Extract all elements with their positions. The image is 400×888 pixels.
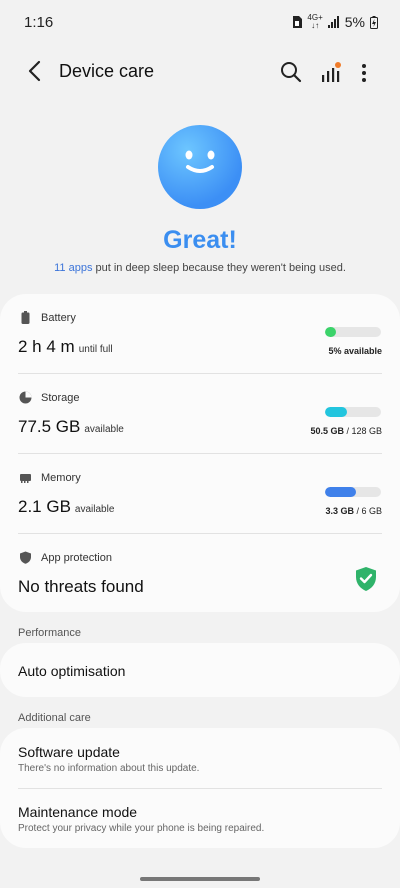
storage-label: Storage bbox=[41, 392, 80, 404]
memory-bar-fill bbox=[325, 487, 356, 497]
sim-icon bbox=[293, 16, 303, 28]
battery-row[interactable]: Battery 2 h 4 m until full 5% available bbox=[0, 294, 400, 374]
network-activity-label: ↓↑ bbox=[311, 21, 320, 30]
network-type-icon: 4G+ ↓↑ bbox=[307, 14, 322, 30]
maintenance-mode-item[interactable]: Maintenance mode Protect your privacy wh… bbox=[0, 788, 400, 848]
battery-bar bbox=[325, 327, 381, 337]
battery-value: 2 h 4 m until full bbox=[18, 337, 113, 357]
software-update-item[interactable]: Software update There's no information a… bbox=[0, 728, 400, 788]
battery-time: 2 h 4 m bbox=[18, 337, 75, 356]
maintenance-mode-subtitle: Protect your privacy while your phone is… bbox=[18, 823, 265, 834]
status-time: 1:16 bbox=[24, 14, 54, 31]
app-protection-value: No threats found bbox=[18, 577, 144, 596]
memory-unit: available bbox=[74, 504, 115, 515]
software-update-subtitle: There's no information about this update… bbox=[18, 763, 200, 774]
battery-charging-icon bbox=[370, 15, 378, 29]
memory-amount: 2.1 GB bbox=[18, 497, 71, 516]
storage-unit: available bbox=[84, 424, 124, 435]
storage-row[interactable]: Storage 77.5 GB available 50.5 GB / 128 G… bbox=[0, 374, 400, 454]
status-message: 11 apps put in deep sleep because they w… bbox=[0, 262, 400, 274]
storage-bar bbox=[325, 407, 381, 417]
shield-check-icon bbox=[356, 567, 376, 591]
signal-bars-icon[interactable] bbox=[318, 60, 344, 86]
storage-amount: 77.5 GB bbox=[18, 417, 81, 436]
battery-percent: 5% bbox=[344, 14, 365, 30]
apps-link[interactable]: 11 apps bbox=[54, 262, 92, 274]
storage-pie-icon bbox=[19, 391, 32, 404]
gesture-home-bar[interactable] bbox=[140, 877, 260, 881]
section-performance: Performance bbox=[18, 627, 81, 639]
status-icons: 4G+ ↓↑ 5% bbox=[292, 14, 378, 30]
page-title: Device care bbox=[59, 61, 155, 81]
app-protection-row[interactable]: App protection No threats found bbox=[0, 534, 400, 614]
battery-unit: until full bbox=[78, 344, 113, 355]
battery-bar-fill bbox=[325, 327, 337, 337]
battery-label: Battery bbox=[41, 312, 76, 324]
memory-row[interactable]: Memory 2.1 GB available 3.3 GB / 6 GB bbox=[0, 454, 400, 534]
storage-value: 77.5 GB available bbox=[18, 417, 124, 437]
memory-chip-icon bbox=[20, 474, 31, 483]
memory-value: 2.1 GB available bbox=[18, 497, 114, 517]
app-bar: Device care bbox=[0, 50, 400, 94]
storage-note: 50.5 GB / 128 GB bbox=[310, 426, 382, 436]
storage-used: 50.5 GB bbox=[310, 426, 344, 436]
battery-note: 5% available bbox=[328, 346, 382, 356]
back-arrow-icon[interactable] bbox=[22, 58, 48, 84]
storage-bar-fill bbox=[325, 407, 347, 417]
search-icon[interactable] bbox=[278, 59, 304, 85]
memory-bar bbox=[325, 487, 381, 497]
memory-total: / 6 GB bbox=[353, 506, 382, 516]
battery-available: 5% available bbox=[328, 346, 382, 356]
device-status-card: Battery 2 h 4 m until full 5% available S… bbox=[0, 294, 400, 612]
section-additional-care: Additional care bbox=[18, 712, 91, 724]
storage-total: / 128 GB bbox=[343, 426, 382, 436]
status-face-icon bbox=[158, 125, 242, 209]
maintenance-mode-title: Maintenance mode bbox=[18, 804, 138, 820]
auto-optimisation-item[interactable]: Auto optimisation bbox=[0, 643, 400, 697]
memory-used: 3.3 GB bbox=[325, 506, 354, 516]
shield-icon bbox=[20, 551, 31, 564]
cell-signal-icon bbox=[327, 16, 339, 28]
more-vert-icon[interactable] bbox=[354, 60, 374, 86]
status-headline: Great! bbox=[163, 226, 237, 254]
auto-optimisation-label: Auto optimisation bbox=[18, 663, 126, 679]
software-update-title: Software update bbox=[18, 744, 120, 760]
memory-label: Memory bbox=[41, 472, 81, 484]
memory-note: 3.3 GB / 6 GB bbox=[325, 506, 382, 516]
status-bar: 1:16 4G+ ↓↑ 5% bbox=[0, 0, 400, 44]
app-protection-label: App protection bbox=[41, 552, 112, 564]
battery-icon bbox=[21, 311, 30, 324]
status-message-text: put in deep sleep because they weren't b… bbox=[92, 262, 346, 274]
additional-care-card: Software update There's no information a… bbox=[0, 728, 400, 848]
